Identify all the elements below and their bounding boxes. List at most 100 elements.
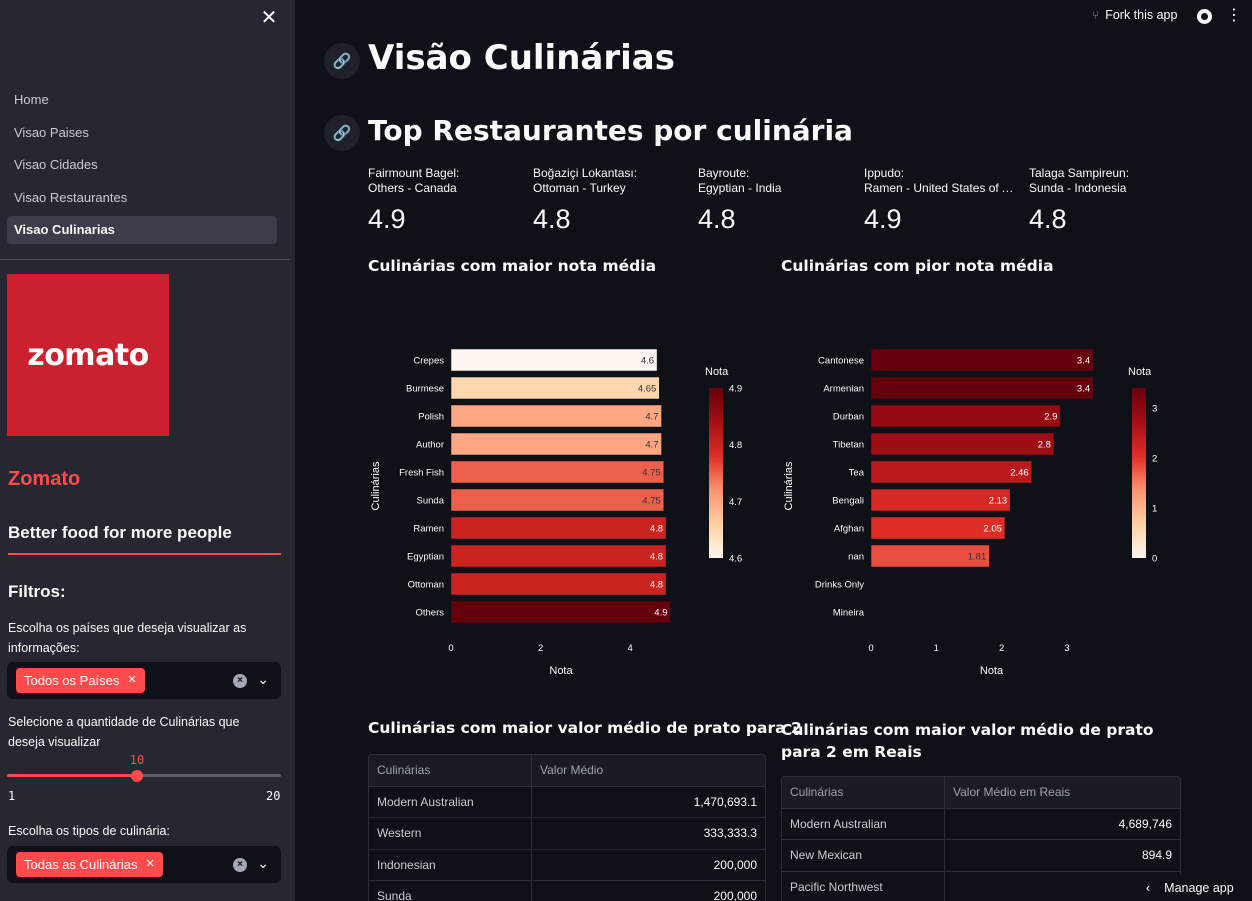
- column-header[interactable]: Culinárias: [782, 777, 945, 808]
- metric-value: 4.9: [864, 204, 902, 234]
- brand-name: Zomato: [8, 468, 81, 490]
- category-label: Armenian: [823, 384, 864, 395]
- bar[interactable]: [450, 404, 662, 428]
- section-title: Top Restaurantes por culinária: [368, 114, 853, 147]
- table-cell: Sunda: [369, 881, 532, 901]
- sidebar-item[interactable]: Visao Culinarias: [7, 216, 277, 244]
- cuisine-multiselect[interactable]: Todas as Culinárias ✕ × ⌄: [7, 846, 281, 883]
- column-header[interactable]: Culinárias: [369, 755, 532, 786]
- close-sidebar-icon[interactable]: ✕: [259, 8, 279, 28]
- table-cell: Western: [369, 818, 532, 849]
- category-label: Durban: [833, 412, 864, 423]
- metric-value: 4.8: [533, 204, 571, 234]
- link-icon[interactable]: 🔗: [324, 43, 360, 79]
- sidebar-item[interactable]: Visao Cidades: [7, 151, 277, 179]
- chevron-down-icon[interactable]: ⌄: [257, 671, 269, 688]
- bar[interactable]: [450, 516, 667, 540]
- category-label: Crepes: [413, 356, 444, 367]
- bar[interactable]: [450, 544, 667, 568]
- link-icon[interactable]: 🔗: [324, 115, 360, 151]
- bar[interactable]: [450, 348, 658, 372]
- countries-multiselect[interactable]: Todos os Países ✕ × ⌄: [7, 662, 281, 699]
- slider-thumb[interactable]: [130, 769, 143, 782]
- bar[interactable]: [450, 600, 671, 624]
- fork-app-button[interactable]: ⑂ Fork this app: [1092, 8, 1177, 22]
- bar[interactable]: [450, 488, 665, 512]
- bar[interactable]: [450, 376, 660, 400]
- table-header: Culinárias Valor Médio: [369, 755, 765, 787]
- cuisine-chip[interactable]: Todas as Culinárias ✕: [16, 852, 163, 877]
- category-label: Ramen: [413, 524, 444, 535]
- data-label: 2.9: [1044, 412, 1057, 423]
- colorbar-tick: 2: [1152, 454, 1157, 465]
- table-cell: Modern Australian: [782, 808, 945, 839]
- table-header: Culinárias Valor Médio em Reais: [782, 777, 1180, 809]
- table-cell: 200,000: [713, 889, 757, 901]
- data-label: 4.8: [650, 580, 663, 591]
- colorbar-tick: 4.6: [729, 554, 742, 565]
- x-tick-label: 2: [999, 643, 1004, 654]
- chip-label: Todos os Países: [24, 673, 120, 688]
- column-header[interactable]: Valor Médio: [532, 755, 765, 786]
- table-row: Indonesian 200,000: [369, 849, 765, 881]
- sidebar-item[interactable]: Home: [7, 86, 277, 114]
- category-label: Drinks Only: [815, 580, 864, 591]
- data-label: 2.13: [989, 496, 1008, 507]
- chevron-left-icon: ‹: [1146, 881, 1151, 895]
- remove-chip-icon[interactable]: ✕: [145, 852, 154, 877]
- github-icon[interactable]: [1197, 9, 1212, 24]
- category-label: Egyptian: [407, 552, 444, 563]
- cuisine-qty-slider[interactable]: [7, 769, 281, 782]
- sidebar-item[interactable]: Visao Restaurantes: [7, 184, 277, 212]
- countries-chip[interactable]: Todos os Países ✕: [16, 668, 145, 693]
- remove-chip-icon[interactable]: ✕: [127, 668, 136, 693]
- bar[interactable]: [450, 432, 662, 456]
- sidebar: ✕ Home Visao Paises Visao Cidades Visao Res…: [0, 0, 295, 901]
- x-axis-title: Nota: [549, 665, 573, 677]
- clear-icon[interactable]: ×: [233, 858, 247, 872]
- table-row: Modern Australian 1,470,693.1: [369, 786, 765, 818]
- chevron-down-icon[interactable]: ⌄: [257, 855, 269, 872]
- x-tick-label: 1: [934, 643, 939, 654]
- bar[interactable]: [450, 460, 665, 484]
- sidebar-item[interactable]: Visao Paises: [7, 119, 277, 147]
- category-label: nan: [848, 552, 864, 563]
- data-label: 4.7: [645, 412, 658, 423]
- manage-label: Manage app: [1164, 881, 1234, 895]
- table-cell: 894.9: [1141, 848, 1172, 862]
- metric-sublabel: Ottoman - Turkey: [533, 181, 626, 195]
- table-cell: 333,333.3: [703, 826, 757, 840]
- bar[interactable]: [450, 572, 667, 596]
- colorbar: [1132, 388, 1146, 558]
- column-header[interactable]: Valor Médio em Reais: [945, 777, 1180, 808]
- metric-sublabel: Ramen - United States of A...: [864, 181, 1019, 195]
- table1-title: Culinárias com maior valor médio de prat…: [368, 719, 802, 737]
- colorbar-title: Nota: [1128, 366, 1152, 378]
- bar[interactable]: [870, 404, 1061, 428]
- metric-sublabel: Others - Canada: [368, 181, 457, 195]
- bar[interactable]: [870, 348, 1094, 372]
- filters-title: Filtros:: [8, 582, 66, 601]
- data-label: 1.81: [968, 552, 987, 563]
- bar[interactable]: [870, 460, 1032, 484]
- bar[interactable]: [870, 432, 1055, 456]
- slider-fill: [7, 774, 137, 777]
- table-cell: 1,470,693.1: [693, 794, 757, 809]
- metric-label: Talaga Sampireun:: [1029, 166, 1130, 180]
- bar[interactable]: [870, 376, 1094, 400]
- category-label: Burmese: [406, 384, 444, 395]
- data-label: 4.65: [638, 384, 657, 395]
- category-label: Others: [415, 608, 444, 619]
- metric: Talaga Sampireun: Sunda - Indonesia 4.8: [1029, 166, 1184, 235]
- clear-icon[interactable]: ×: [233, 674, 247, 688]
- table2-title: Culinárias com maior valor médio de prat…: [781, 721, 1154, 761]
- slider-max: 20: [266, 789, 281, 803]
- sidebar-divider: [0, 259, 290, 260]
- best-cuisines-chart: Crepes 4.6 Burmese 4.65 Polish 4.7 Author 4.7 Fr…: [370, 348, 742, 677]
- menu-icon[interactable]: ⋮: [1226, 6, 1242, 26]
- category-label: Mineira: [833, 608, 865, 619]
- data-label: 4.75: [642, 468, 661, 479]
- table-cell: Indonesian: [369, 849, 532, 880]
- manage-app-button[interactable]: ‹ Manage app: [1128, 875, 1252, 901]
- table-row: Western 333,333.3: [369, 818, 765, 850]
